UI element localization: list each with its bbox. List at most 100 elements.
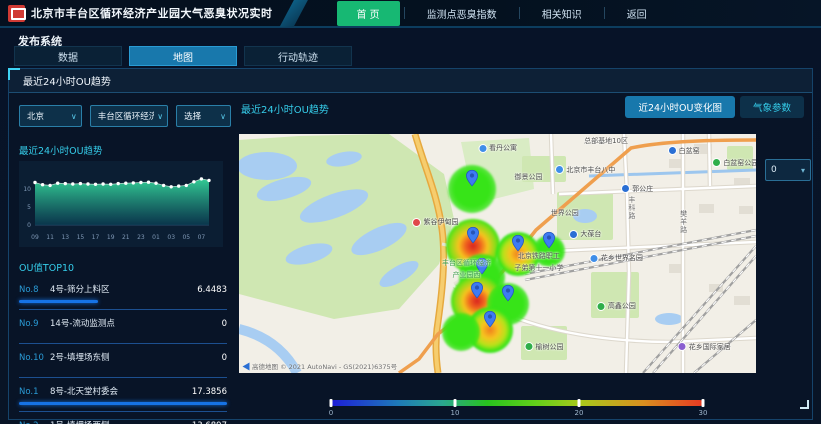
map-label-plain: 北京铁路职工	[518, 251, 560, 261]
svg-text:5: 5	[27, 204, 31, 211]
map-label-metro: 郭公庄	[621, 184, 653, 194]
map-label-scenic: 紫谷伊甸园	[412, 217, 458, 227]
svg-text:23: 23	[137, 234, 145, 241]
publish-tab-2[interactable]: 地图	[129, 46, 237, 66]
metro-icon	[621, 184, 630, 193]
corner-bracket	[800, 400, 809, 409]
filter-select-value: 北京	[27, 110, 68, 122]
svg-text:05: 05	[182, 234, 190, 241]
map-label-plain: 御景公园	[515, 172, 543, 182]
map-label-metro: 大葆台	[569, 229, 601, 239]
map-label-text: 总部基地10区	[584, 136, 628, 146]
nav-item-2[interactable]: 监测点恶臭指数	[409, 2, 515, 25]
list-item-row: No.18号-北天堂村委会17.3856	[19, 385, 227, 397]
map-label-park: 高鑫公园	[597, 301, 636, 311]
map-button-2[interactable]: 气象参数	[740, 96, 804, 118]
list-item: No.914号-流动监测点0	[19, 310, 227, 344]
map-label-text: 高鑫公园	[608, 301, 636, 311]
map-label-text: 郭公庄	[632, 184, 653, 194]
map-pin-icon[interactable]	[543, 232, 556, 253]
map-label-text: 子弟第十一小学	[514, 263, 563, 273]
legend-tick-mark	[330, 399, 333, 407]
decorative-slant	[279, 0, 308, 27]
ou-color-legend: 0102030	[331, 400, 703, 419]
chevron-down-icon: ▾	[801, 166, 805, 175]
nav-item-3[interactable]: 相关知识	[524, 2, 600, 25]
svg-text:17: 17	[92, 234, 100, 241]
metro-icon	[569, 230, 578, 239]
map-label-text: 紫谷伊甸园	[423, 217, 458, 227]
top-bar: 北京市丰台区循环经济产业园大气恶臭状况实时 首 页监测点恶臭指数相关知识返回	[0, 0, 821, 28]
list-item-value: 17.3856	[192, 387, 227, 397]
svg-text:07: 07	[198, 234, 206, 241]
filter-row: 北京∨丰台区循环经济产∨选择∨	[19, 105, 231, 127]
list-item-rank: No.9	[19, 319, 50, 329]
filter-select-3[interactable]: 选择∨	[176, 105, 231, 127]
legend-tick-label: 30	[699, 409, 708, 417]
park-icon	[597, 302, 606, 311]
dashboard: 北京市丰台区循环经济产业园大气恶臭状况实时 首 页监测点恶臭指数相关知识返回 发…	[0, 0, 821, 424]
map-button-1[interactable]: 近24小时OU变化图	[625, 96, 735, 118]
map-pin-icon[interactable]	[467, 227, 480, 248]
map-pin-icon[interactable]	[470, 282, 483, 303]
list-item-name: 4号-筛分上料区	[50, 283, 197, 295]
legend-tick-label: 20	[575, 409, 584, 417]
map-label-text: 樊羊路	[679, 210, 689, 234]
map-pin-icon[interactable]	[501, 284, 514, 305]
svg-text:13: 13	[61, 234, 69, 241]
map-label-plain: 世界公园	[551, 208, 579, 218]
filter-select-2[interactable]: 丰台区循环经济产∨	[90, 105, 168, 127]
list-item-bar	[19, 300, 98, 303]
map-label-text: 丰科路	[627, 196, 637, 220]
list-item-value: 0	[222, 353, 227, 363]
map-section-title: 最近24小时OU趋势	[241, 101, 329, 116]
nav-item-4[interactable]: 返回	[609, 2, 665, 25]
legend-tick-mark	[702, 399, 705, 407]
map-label-text: 大葆台	[580, 229, 601, 239]
map-pin-icon[interactable]	[483, 311, 496, 332]
legend-gradient-bar	[331, 400, 703, 406]
legend-labels: 0102030	[331, 409, 703, 419]
amap-logo-icon	[243, 362, 250, 370]
map-label-text: 产业园西	[452, 270, 480, 280]
legend-tick-mark	[454, 399, 457, 407]
map-section-buttons: 近24小时OU变化图气象参数	[625, 96, 804, 118]
map-label-plain: 总部基地10区	[584, 136, 628, 146]
legend-tick-label: 10	[451, 409, 460, 417]
park-icon	[525, 342, 534, 351]
map-label-text: 丰台区循环经济	[442, 258, 491, 268]
map-label-poi2: 花乡国际家居	[678, 342, 731, 352]
map-label-text: 御景公园	[515, 172, 543, 182]
svg-text:03: 03	[167, 234, 175, 241]
filter-select-1[interactable]: 北京∨	[19, 105, 82, 127]
chevron-down-icon: ∨	[157, 112, 163, 121]
map-attribution: 高德地图 © 2021 AutoNavi - GS(2021)6375号	[242, 361, 397, 371]
map-pin-icon[interactable]	[465, 170, 478, 191]
nav-item-1[interactable]: 首 页	[337, 1, 400, 26]
map-label-area: 产业园西	[452, 270, 480, 280]
legend-tick-label: 0	[329, 409, 333, 417]
legend-tick-mark	[578, 399, 581, 407]
svg-text:19: 19	[107, 234, 115, 241]
map-label-poi: 看丹公寓	[478, 143, 517, 153]
list-item-name: 1号-填埋场西侧	[50, 419, 192, 424]
list-item: No.102号-填埋场东侧0	[19, 344, 227, 378]
ou-top10-list: No.84号-筛分上料区6.4483 No.914号-流动监测点0No.102号-…	[19, 276, 227, 424]
ou-top10-title: OU值TOP10	[19, 260, 231, 274]
list-item: No.84号-筛分上料区6.4483	[19, 276, 227, 310]
list-item-name: 2号-填埋场东侧	[50, 351, 222, 363]
list-item-row: No.21号-填埋场西侧13.6897	[19, 419, 227, 424]
publish-tab-1[interactable]: 数据	[14, 46, 122, 66]
map-label-text: 榆树公园	[536, 342, 564, 352]
chevron-down-icon: ∨	[220, 112, 226, 121]
sidebar: 北京∨丰台区循环经济产∨选择∨ 最近24小时OU趋势 0510091113151…	[15, 99, 231, 415]
map-label-plain: 子弟第十一小学	[514, 263, 563, 273]
heatmap-map[interactable]: 看丹公寓总部基地10区白盆窑白盆窑公园御景公园北京市丰台八中郭公庄世界公园紫谷伊…	[239, 134, 756, 373]
map-label-road-v: 樊羊路	[679, 210, 689, 234]
map-label-text: 世界公园	[551, 208, 579, 218]
list-item-bar	[19, 402, 227, 405]
map-hour-select[interactable]: 0 ▾	[765, 159, 811, 181]
list-item-row: No.84号-筛分上料区6.4483	[19, 283, 227, 295]
publish-tab-3[interactable]: 行动轨迹	[244, 46, 352, 66]
nav-separator	[519, 7, 520, 19]
